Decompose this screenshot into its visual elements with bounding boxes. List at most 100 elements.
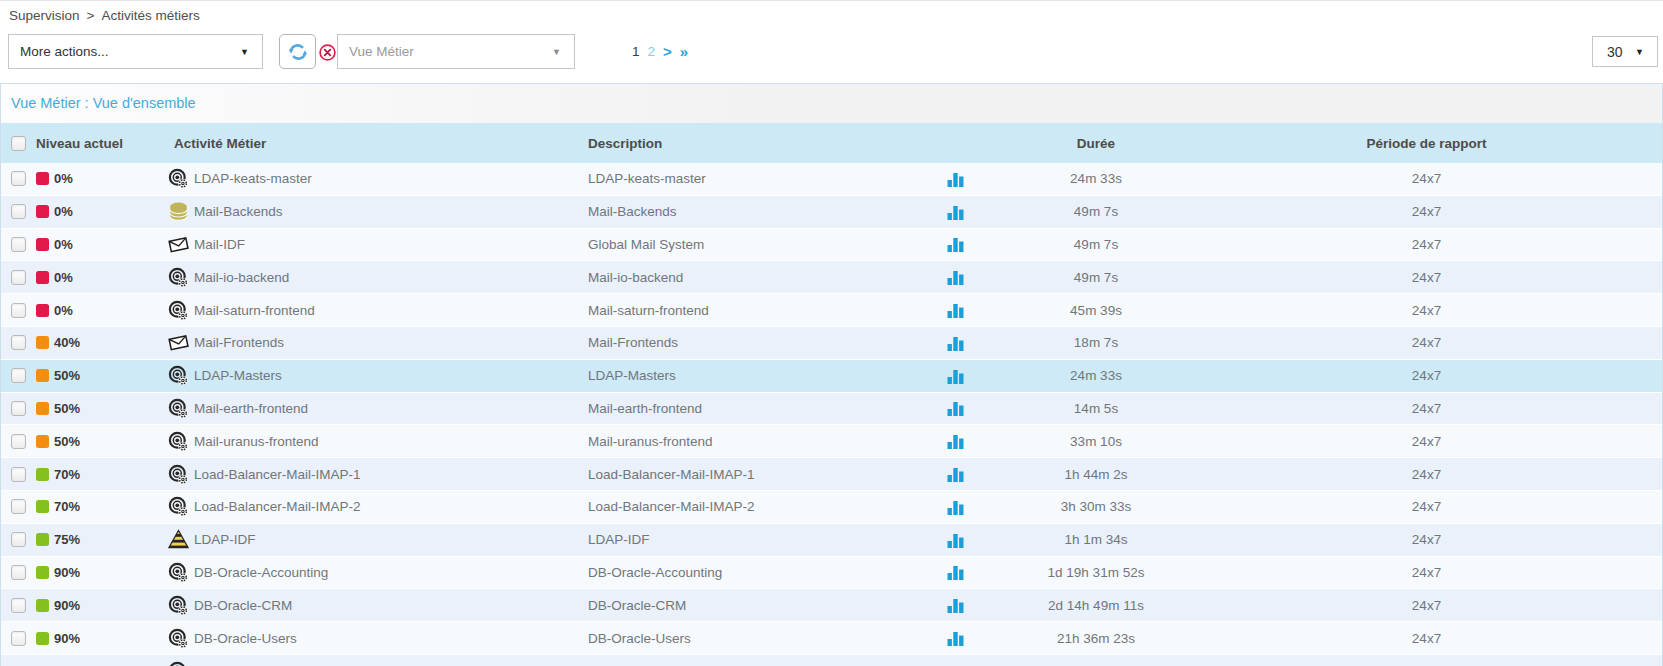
bar-chart-icon[interactable] bbox=[947, 335, 965, 351]
envelope-icon bbox=[168, 332, 189, 353]
row-checkbox[interactable] bbox=[11, 401, 26, 416]
row-checkbox[interactable] bbox=[11, 303, 26, 318]
next-page-icon[interactable]: > bbox=[663, 43, 672, 60]
table-row[interactable]: 50%LDAP-MastersLDAP-Masters24m 33s24x7 bbox=[1, 360, 1662, 393]
table-row-partial[interactable] bbox=[1, 655, 1662, 666]
bar-chart-icon[interactable] bbox=[947, 302, 965, 318]
duration: 1h 44m 2s bbox=[1031, 467, 1161, 482]
table-row[interactable]: 50%Mail-earth-frontendMail-earth-fronten… bbox=[1, 393, 1662, 426]
activity-description: Mail-Frontends bbox=[581, 335, 881, 350]
bar-chart-icon[interactable] bbox=[947, 269, 965, 285]
table-row[interactable]: 0%LDAP-keats-masterLDAP-keats-master24m … bbox=[1, 163, 1662, 196]
bar-chart-icon[interactable] bbox=[947, 564, 965, 580]
table-row[interactable]: 0%Mail-IDFGlobal Mail System49m 7s24x7 bbox=[1, 229, 1662, 262]
bar-chart-icon[interactable] bbox=[947, 630, 965, 646]
row-checkbox[interactable] bbox=[11, 335, 26, 350]
bullseye-gear-icon bbox=[168, 562, 189, 583]
row-checkbox[interactable] bbox=[11, 467, 26, 482]
bar-chart-icon[interactable] bbox=[947, 597, 965, 613]
vue-metier-select[interactable]: Vue Métier ▼ bbox=[337, 34, 575, 69]
bar-chart-icon[interactable] bbox=[947, 433, 965, 449]
row-checkbox[interactable] bbox=[11, 434, 26, 449]
row-checkbox[interactable] bbox=[11, 499, 26, 514]
table-row[interactable]: 0%Mail-io-backendMail-io-backend49m 7s24… bbox=[1, 261, 1662, 294]
header-level[interactable]: Niveau actuel bbox=[31, 136, 161, 151]
level-value: 90% bbox=[54, 565, 80, 580]
report-period: 24x7 bbox=[1161, 204, 1662, 219]
duration: 49m 7s bbox=[1031, 237, 1161, 252]
bullseye-gear-icon bbox=[168, 365, 189, 386]
stop-refresh-icon[interactable] bbox=[319, 44, 336, 61]
duration: 3h 30m 33s bbox=[1031, 499, 1161, 514]
refresh-button[interactable] bbox=[279, 34, 316, 69]
page-2[interactable]: 2 bbox=[648, 44, 656, 59]
duration: 14m 5s bbox=[1031, 401, 1161, 416]
bullseye-gear-icon bbox=[168, 661, 189, 666]
activity-name: Mail-saturn-frontend bbox=[194, 303, 315, 318]
status-badge bbox=[36, 599, 49, 612]
last-page-icon[interactable]: » bbox=[680, 43, 688, 60]
bullseye-gear-icon bbox=[168, 267, 189, 288]
level-value: 75% bbox=[54, 532, 80, 547]
table-row[interactable]: 75%LDAP-IDFLDAP-IDF1h 1m 34s24x7 bbox=[1, 524, 1662, 557]
bar-chart-icon[interactable] bbox=[947, 368, 965, 384]
status-badge bbox=[36, 402, 49, 415]
activity-description: Global Mail System bbox=[581, 237, 881, 252]
row-checkbox[interactable] bbox=[11, 270, 26, 285]
breadcrumb-item-supervision[interactable]: Supervision bbox=[9, 8, 80, 23]
table-row[interactable]: 0%Mail-BackendsMail-Backends49m 7s24x7 bbox=[1, 196, 1662, 229]
row-checkbox[interactable] bbox=[11, 631, 26, 646]
status-badge bbox=[36, 336, 49, 349]
row-checkbox[interactable] bbox=[11, 171, 26, 186]
bar-chart-icon[interactable] bbox=[947, 204, 965, 220]
header-activity[interactable]: Activité Métier bbox=[161, 136, 581, 151]
table-row[interactable]: 40%Mail-FrontendsMail-Frontends18m 7s24x… bbox=[1, 327, 1662, 360]
bar-chart-icon[interactable] bbox=[947, 532, 965, 548]
report-period: 24x7 bbox=[1161, 401, 1662, 416]
table-row[interactable]: 70%Load-Balancer-Mail-IMAP-2Load-Balance… bbox=[1, 491, 1662, 524]
report-period: 24x7 bbox=[1161, 565, 1662, 580]
duration: 2d 14h 49m 11s bbox=[1031, 598, 1161, 613]
bar-chart-icon[interactable] bbox=[947, 400, 965, 416]
bar-chart-icon[interactable] bbox=[947, 236, 965, 252]
status-badge bbox=[36, 271, 49, 284]
more-actions-select[interactable]: More actions... ▼ bbox=[8, 34, 263, 69]
header-duration[interactable]: Durée bbox=[1031, 136, 1161, 151]
activity-description: Mail-earth-frontend bbox=[581, 401, 881, 416]
row-checkbox[interactable] bbox=[11, 237, 26, 252]
database-icon bbox=[168, 201, 189, 222]
page-size-value: 30 bbox=[1607, 44, 1623, 60]
activity-name: DB-Oracle-CRM bbox=[194, 598, 292, 613]
page-1[interactable]: 1 bbox=[632, 44, 640, 59]
activity-name: Mail-Frontends bbox=[194, 335, 284, 350]
duration: 1h 1m 34s bbox=[1031, 532, 1161, 547]
activity-description: DB-Oracle-CRM bbox=[581, 598, 881, 613]
row-checkbox[interactable] bbox=[11, 565, 26, 580]
select-all-checkbox[interactable] bbox=[11, 136, 26, 151]
report-period: 24x7 bbox=[1161, 598, 1662, 613]
row-checkbox[interactable] bbox=[11, 598, 26, 613]
row-checkbox[interactable] bbox=[11, 532, 26, 547]
view-title[interactable]: Vue Métier : Vue d'ensemble bbox=[1, 84, 1662, 123]
duration: 1d 19h 31m 52s bbox=[1031, 565, 1161, 580]
table-row[interactable]: 0%Mail-saturn-frontendMail-saturn-fronte… bbox=[1, 294, 1662, 327]
bar-chart-icon[interactable] bbox=[947, 171, 965, 187]
row-checkbox[interactable] bbox=[11, 204, 26, 219]
bullseye-gear-icon bbox=[168, 628, 189, 649]
bar-chart-icon[interactable] bbox=[947, 499, 965, 515]
breadcrumb-separator: > bbox=[87, 8, 95, 23]
table-row[interactable]: 50%Mail-uranus-frontendMail-uranus-front… bbox=[1, 425, 1662, 458]
row-checkbox[interactable] bbox=[11, 368, 26, 383]
table-row[interactable]: 90%DB-Oracle-CRMDB-Oracle-CRM2d 14h 49m … bbox=[1, 589, 1662, 622]
table-row[interactable]: 70%Load-Balancer-Mail-IMAP-1Load-Balance… bbox=[1, 458, 1662, 491]
table-row[interactable]: 90%DB-Oracle-AccountingDB-Oracle-Account… bbox=[1, 557, 1662, 590]
header-period[interactable]: Période de rapport bbox=[1161, 136, 1662, 151]
bar-chart-icon[interactable] bbox=[947, 466, 965, 482]
activity-name: LDAP-Masters bbox=[194, 368, 282, 383]
activity-name: Mail-io-backend bbox=[194, 270, 289, 285]
table-row[interactable]: 90%DB-Oracle-UsersDB-Oracle-Users21h 36m… bbox=[1, 622, 1662, 655]
page-size-select[interactable]: 30 ▼ bbox=[1592, 36, 1658, 67]
level-value: 70% bbox=[54, 499, 80, 514]
header-description[interactable]: Description bbox=[581, 136, 881, 151]
activity-name: Load-Balancer-Mail-IMAP-1 bbox=[194, 467, 361, 482]
